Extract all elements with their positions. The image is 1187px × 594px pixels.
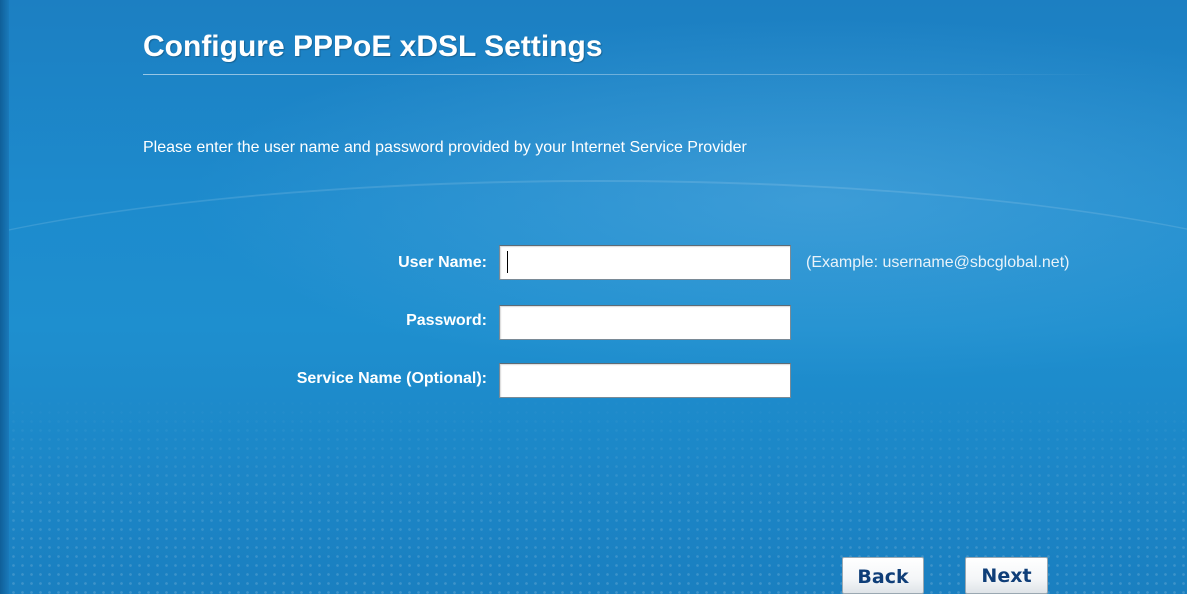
back-button[interactable]: Back: [842, 557, 924, 594]
user-name-input[interactable]: [499, 245, 791, 280]
service-name-input[interactable]: [499, 363, 791, 398]
text-cursor: [507, 251, 508, 273]
password-label: Password:: [406, 312, 487, 329]
service-name-label: Service Name (Optional):: [296, 370, 487, 387]
user-name-label: User Name:: [398, 254, 487, 271]
instruction-text: Please enter the user name and password …: [143, 139, 747, 156]
password-input[interactable]: [499, 305, 791, 340]
title-divider: [143, 74, 1103, 75]
page-title: Configure PPPoE xDSL Settings: [143, 30, 603, 63]
next-button[interactable]: Next: [965, 557, 1048, 594]
user-name-example-hint: (Example: username@sbcglobal.net): [806, 254, 1070, 271]
left-border: [0, 0, 9, 594]
pppoe-settings-page: Configure PPPoE xDSL Settings Please ent…: [0, 0, 1187, 594]
